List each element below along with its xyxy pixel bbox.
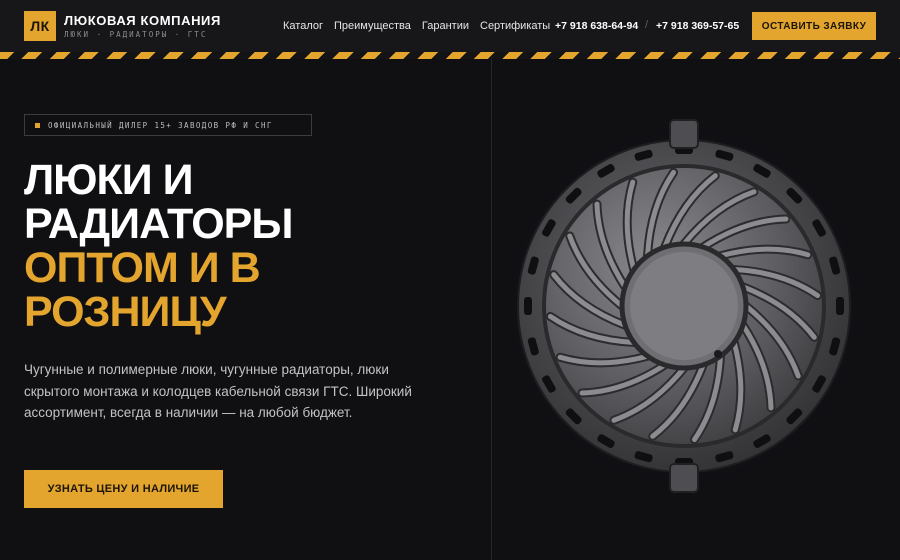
hero-description: Чугунные и полимерные люки, чугунные рад… bbox=[24, 362, 412, 420]
hero-title-accent-1: ОПТОМ И В bbox=[24, 244, 261, 292]
badge-text: ОФИЦИАЛЬНЫЙ ДИЛЕР 15+ ЗАВОДОВ РФ И СНГ bbox=[48, 120, 273, 130]
nav-item-advantages[interactable]: Преимущества bbox=[334, 20, 411, 32]
dealer-badge: ОФИЦИАЛЬНЫЙ ДИЛЕР 15+ ЗАВОДОВ РФ И СНГ bbox=[24, 114, 312, 136]
hero-title: ЛЮКИ И РАДИАТОРЫ ОПТОМ И В РОЗНИЦУ bbox=[24, 156, 293, 336]
brand-name[interactable]: ЛЮКОВАЯ КОМПАНИЯ bbox=[64, 13, 221, 28]
hazard-stripe bbox=[0, 52, 900, 59]
logo[interactable]: ЛК bbox=[24, 11, 56, 41]
badge-square-icon bbox=[35, 122, 40, 128]
hero-title-line-2: РАДИАТОРЫ bbox=[24, 200, 293, 248]
phone-link-2[interactable]: +7 918 369-57-65 bbox=[656, 20, 739, 32]
request-button[interactable]: ОСТАВИТЬ ЗАЯВКУ bbox=[752, 12, 876, 40]
price-availability-button[interactable]: УЗНАТЬ ЦЕНУ И НАЛИЧИЕ bbox=[24, 470, 223, 508]
nav-item-catalog[interactable]: Каталог bbox=[283, 20, 323, 32]
site-header: ЛК ЛЮКОВАЯ КОМПАНИЯ ЛЮКИ · РАДИАТОРЫ · Г… bbox=[0, 0, 900, 52]
hero-title-line-1: ЛЮКИ И bbox=[24, 156, 194, 204]
hero-title-accent-2: РОЗНИЦУ bbox=[24, 288, 227, 336]
manhole-cover-image bbox=[492, 106, 884, 506]
phone-separator: / bbox=[645, 19, 649, 31]
main-nav: Каталог Преимущества Гарантии Сертификат… bbox=[283, 20, 561, 32]
phone-link-1[interactable]: +7 918 638-64-94 bbox=[555, 20, 638, 32]
nav-item-guarantees[interactable]: Гарантии bbox=[422, 20, 469, 32]
nav-item-certificates[interactable]: Сертификаты bbox=[480, 20, 550, 32]
brand-tagline: ЛЮКИ · РАДИАТОРЫ · ГТС bbox=[64, 30, 208, 39]
